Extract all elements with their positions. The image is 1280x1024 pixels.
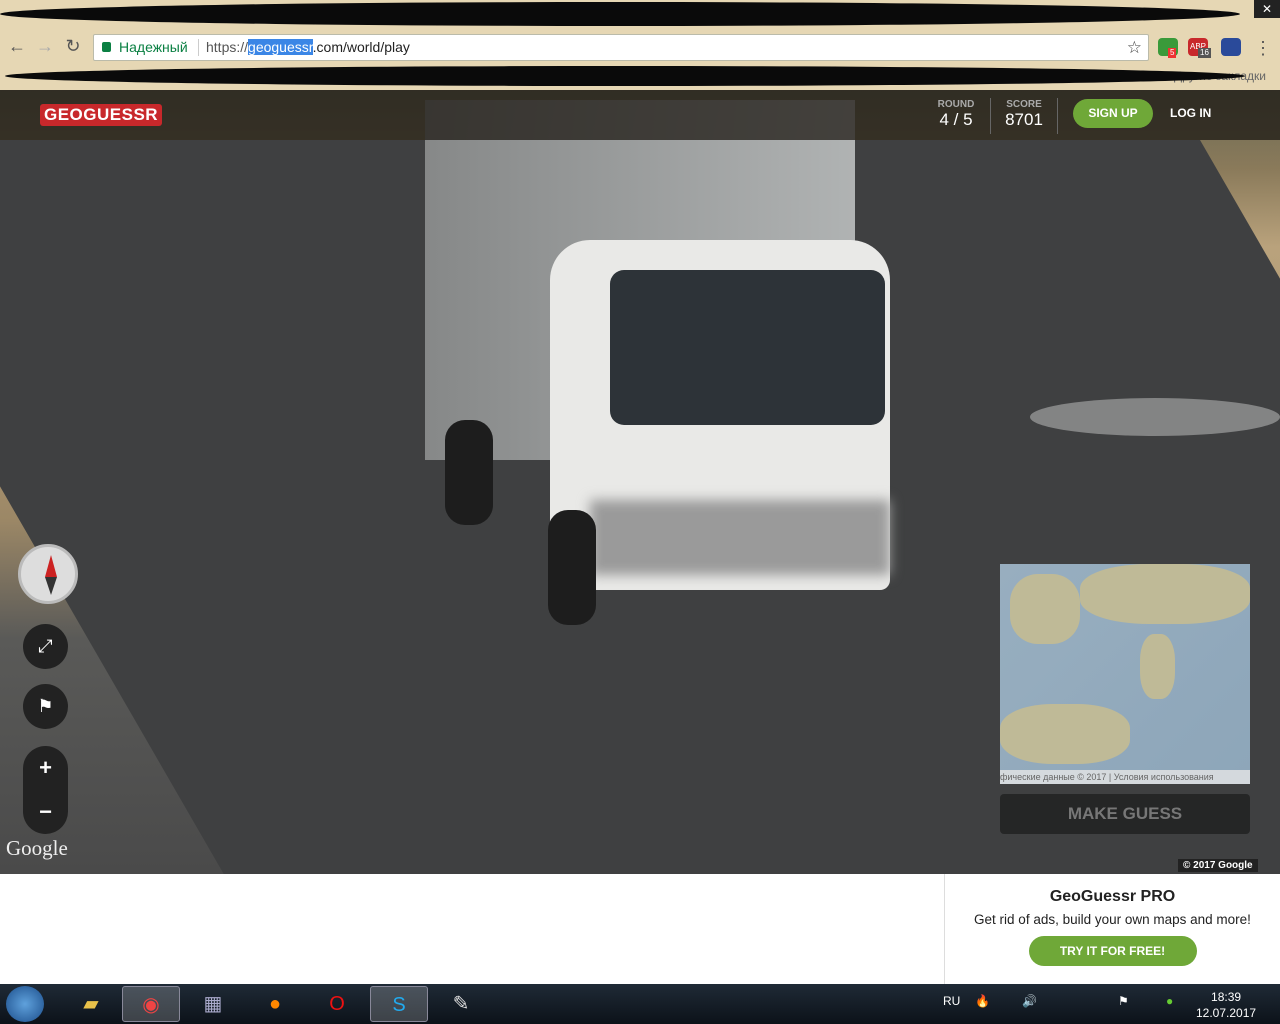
make-guess-button[interactable]: MAKE GUESS xyxy=(1000,794,1250,834)
map-land xyxy=(1000,704,1130,764)
divider xyxy=(1057,98,1058,134)
chrome-taskbar-icon[interactable]: ◉ xyxy=(122,986,180,1022)
map-land xyxy=(1140,634,1175,699)
window-close-button[interactable]: ✕ xyxy=(1254,0,1280,18)
skype-taskbar-icon[interactable]: S xyxy=(370,986,428,1022)
extension-badge: 5 xyxy=(1168,48,1177,58)
zoom-out-button[interactable]: − xyxy=(23,790,68,834)
zoom-control: + − xyxy=(23,746,68,834)
lock-icon xyxy=(102,42,111,52)
expand-icon: ⤢ xyxy=(38,636,53,656)
system-clock[interactable]: 18:39 12.07.2017 xyxy=(1196,989,1256,1021)
zoom-in-button[interactable]: + xyxy=(23,746,68,790)
compass-north xyxy=(45,555,57,577)
paint-taskbar-icon[interactable]: ✎ xyxy=(432,986,490,1022)
truck-bumper xyxy=(590,500,890,575)
secure-label: Надежный xyxy=(119,39,188,55)
adblock-extension-icon[interactable]: ABP 16 xyxy=(1188,38,1211,58)
utorrent-icon[interactable]: ● xyxy=(1166,994,1173,1008)
browser-titlebar: ✕ xyxy=(0,0,1280,30)
translate-extension-icon[interactable]: 5 xyxy=(1158,38,1178,58)
map-land xyxy=(1080,564,1250,624)
action-center-flag-icon[interactable]: ⚑ xyxy=(1118,994,1129,1008)
tray-fire-icon[interactable]: 🔥 xyxy=(975,994,990,1008)
return-to-start-button[interactable]: ⚑ xyxy=(23,684,68,729)
round-indicator: ROUND 4 / 5 xyxy=(930,99,982,130)
score-indicator: SCORE 8701 xyxy=(998,99,1050,130)
divider xyxy=(198,39,199,56)
round-value: 4 / 5 xyxy=(939,110,973,129)
url-path: .com/world/play xyxy=(312,39,410,55)
try-free-button[interactable]: TRY IT FOR FREE! xyxy=(1028,936,1197,966)
map-land xyxy=(1010,574,1080,644)
redaction-scribble xyxy=(5,66,1245,86)
map-attribution[interactable]: фические данные © 2017 | Условия использ… xyxy=(1000,770,1250,784)
reload-button[interactable]: ↻ xyxy=(62,36,84,57)
geoguessr-logo[interactable]: GEOGUESSR xyxy=(40,104,163,126)
vk-music-extension-icon[interactable] xyxy=(1221,38,1241,56)
guess-map[interactable] xyxy=(1000,564,1250,784)
clock-time: 18:39 xyxy=(1211,990,1242,1004)
url-selection: geoguessr xyxy=(248,39,313,55)
google-logo: Google xyxy=(6,836,68,860)
promo-text: Get rid of ads, build your own maps and … xyxy=(974,912,1251,927)
explorer-taskbar-icon[interactable]: ▰ xyxy=(62,986,120,1022)
fullscreen-button[interactable]: ⤢ xyxy=(23,624,68,669)
bookmark-star-icon[interactable]: ☆ xyxy=(1127,35,1142,60)
start-button[interactable] xyxy=(6,986,44,1022)
truck-wheel xyxy=(548,510,596,625)
truck-wheel xyxy=(445,420,493,525)
round-label: ROUND xyxy=(937,99,975,110)
language-indicator[interactable]: RU xyxy=(943,994,960,1008)
redaction-scribble xyxy=(0,2,1240,26)
score-value: 8701 xyxy=(1005,110,1043,129)
forward-button[interactable]: → xyxy=(34,36,56,57)
google-copyright: © 2017 Google xyxy=(1178,859,1258,872)
menu-kebab-icon[interactable]: ⋮ xyxy=(1252,38,1274,59)
compass-south xyxy=(45,577,57,595)
calculator-taskbar-icon[interactable]: ▦ xyxy=(184,986,242,1022)
clock-date: 12.07.2017 xyxy=(1196,1006,1257,1020)
log-in-button[interactable]: LOG IN xyxy=(1170,106,1211,120)
truck-windshield xyxy=(610,270,885,425)
address-bar[interactable]: Надежный https://geoguessr.com/world/pla… xyxy=(93,34,1149,61)
compass-icon[interactable] xyxy=(18,544,78,604)
windows-taskbar: ▰ ◉ ▦ ● O S ✎ RU 🔥 🔊 ⚑ ● 18:39 12.07.2017 xyxy=(0,984,1280,1024)
flag-icon: ⚑ xyxy=(37,696,54,716)
sign-up-button[interactable]: SIGN UP xyxy=(1073,99,1153,128)
bookmarks-bar: Другие закладки xyxy=(0,64,1280,90)
promo-title: GeoGuessr PRO xyxy=(1049,888,1176,905)
score-label: SCORE xyxy=(1006,99,1042,110)
firefox-taskbar-icon[interactable]: ● xyxy=(246,986,304,1022)
url-scheme: https:// xyxy=(206,39,249,55)
extension-badge: 16 xyxy=(1198,48,1211,58)
divider xyxy=(990,98,991,134)
volume-icon[interactable]: 🔊 xyxy=(1022,994,1037,1008)
url-text: https://geoguessr.com/world/play xyxy=(206,35,410,60)
pro-promo: GeoGuessr PRO Get rid of ads, build your… xyxy=(944,874,1280,984)
navigation-arrow-marker[interactable] xyxy=(1030,398,1280,436)
opera-taskbar-icon[interactable]: O xyxy=(308,986,366,1022)
back-button[interactable]: ← xyxy=(6,36,28,57)
